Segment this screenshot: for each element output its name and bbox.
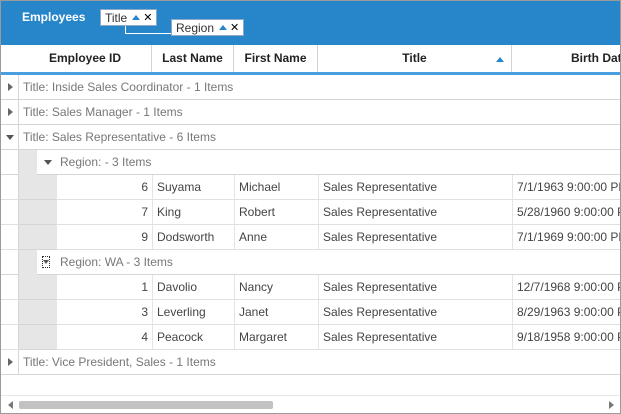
cell-first-name: Janet [234, 300, 318, 324]
indent-cell [19, 300, 56, 325]
indent-cell [19, 200, 56, 225]
group-row-label: Title: Sales Representative - 6 Items [23, 130, 216, 144]
table-row[interactable]: 1 Davolio Nancy Sales Representative 12/… [1, 275, 620, 300]
collapse-icon[interactable] [39, 150, 57, 174]
group-chip-region[interactable]: Region ✕ [171, 19, 245, 37]
close-icon[interactable]: ✕ [143, 10, 152, 27]
scroll-right-button[interactable] [604, 399, 618, 410]
table-row[interactable]: 6 Suyama Michael Sales Representative 7/… [1, 175, 620, 200]
group-chip-title[interactable]: Title ✕ [100, 9, 158, 27]
column-header-birth-date[interactable]: Birth Date [512, 45, 620, 72]
cell-employee-id: 3 [56, 300, 152, 324]
indent-cell [19, 325, 56, 350]
close-icon[interactable]: ✕ [230, 20, 239, 37]
cell-title: Sales Representative [318, 325, 512, 349]
indent-cell [19, 225, 56, 250]
chevron-left-icon [7, 400, 13, 409]
employee-grid: Employees Title ✕ Region ✕ Employee ID Las… [0, 0, 621, 414]
panel-title: Employees [22, 10, 86, 24]
column-header-employee-id[interactable]: Employee ID [19, 45, 152, 72]
cell-last-name: Peacock [152, 325, 234, 349]
sort-ascending-icon [496, 57, 504, 62]
subgroup-row[interactable]: Region: WA - 3 Items [1, 250, 620, 275]
group-row-label: Title: Sales Manager - 1 Items [23, 105, 183, 119]
cell-employee-id: 7 [56, 200, 152, 224]
group-panel: Employees Title ✕ Region ✕ [1, 1, 620, 45]
sort-ascending-icon[interactable] [132, 15, 141, 21]
cell-title: Sales Representative [318, 275, 512, 299]
cell-employee-id: 1 [56, 275, 152, 299]
cell-birth-date: 8/29/1963 9:00:00 PM [512, 300, 620, 324]
group-row-label: Title: Vice President, Sales - 1 Items [23, 355, 216, 369]
cell-title: Sales Representative [318, 225, 512, 249]
horizontal-scrollbar[interactable] [1, 395, 620, 413]
group-chip-title-label: Title [105, 11, 128, 25]
subgroup-row-label: Region: WA - 3 Items [60, 255, 173, 269]
cell-birth-date: 9/18/1958 9:00:00 PM [512, 325, 620, 349]
chevron-right-icon [608, 400, 614, 409]
expand-icon[interactable] [1, 100, 19, 124]
indent-cell [19, 175, 56, 200]
column-header-row: Employee ID Last Name First Name Title B… [1, 45, 620, 75]
cell-last-name: King [152, 200, 234, 224]
cell-employee-id: 4 [56, 325, 152, 349]
table-row[interactable]: 7 King Robert Sales Representative 5/28/… [1, 200, 620, 225]
column-header-title[interactable]: Title [318, 45, 512, 72]
group-row[interactable]: Title: Sales Manager - 1 Items [1, 100, 620, 125]
cell-employee-id: 6 [56, 175, 152, 199]
cell-birth-date: 7/1/1969 9:00:00 PM [512, 225, 620, 249]
cell-last-name: Suyama [152, 175, 234, 199]
indent-cell [19, 275, 56, 300]
column-header-last-name[interactable]: Last Name [152, 45, 234, 72]
collapse-icon[interactable] [37, 250, 55, 274]
column-header-first-name[interactable]: First Name [234, 45, 318, 72]
expand-icon[interactable] [1, 350, 19, 374]
cell-first-name: Robert [234, 200, 318, 224]
table-row[interactable]: 3 Leverling Janet Sales Representative 8… [1, 300, 620, 325]
scroll-left-button[interactable] [3, 399, 17, 410]
sort-ascending-icon[interactable] [219, 25, 228, 31]
group-row[interactable]: Title: Inside Sales Coordinator - 1 Item… [1, 75, 620, 100]
cell-first-name: Anne [234, 225, 318, 249]
cell-last-name: Dodsworth [152, 225, 234, 249]
cell-last-name: Leverling [152, 300, 234, 324]
table-row[interactable]: 9 Dodsworth Anne Sales Representative 7/… [1, 225, 620, 250]
group-row[interactable]: Title: Vice President, Sales - 1 Items [1, 350, 620, 375]
chip-connector [125, 26, 174, 34]
cell-title: Sales Representative [318, 300, 512, 324]
cell-birth-date: 7/1/1963 9:00:00 PM [512, 175, 620, 199]
indent-cell [19, 250, 37, 275]
subgroup-row[interactable]: Region: - 3 Items [1, 150, 620, 175]
collapse-icon[interactable] [1, 125, 19, 149]
table-row[interactable]: 4 Peacock Margaret Sales Representative … [1, 325, 620, 350]
cell-last-name: Davolio [152, 275, 234, 299]
cell-birth-date: 12/7/1968 9:00:00 PM [512, 275, 620, 299]
group-chip-region-label: Region [176, 21, 215, 35]
group-row[interactable]: Title: Sales Representative - 6 Items [1, 125, 620, 150]
cell-first-name: Michael [234, 175, 318, 199]
cell-title: Sales Representative [318, 175, 512, 199]
indent-cell [19, 150, 37, 175]
cell-first-name: Margaret [234, 325, 318, 349]
cell-title: Sales Representative [318, 200, 512, 224]
expand-icon[interactable] [1, 75, 19, 99]
group-row-label: Title: Inside Sales Coordinator - 1 Item… [23, 80, 234, 94]
cell-first-name: Nancy [234, 275, 318, 299]
subgroup-row-label: Region: - 3 Items [60, 155, 152, 169]
cell-employee-id: 9 [56, 225, 152, 249]
scrollbar-thumb[interactable] [19, 401, 273, 409]
cell-birth-date: 5/28/1960 9:00:00 PM [512, 200, 620, 224]
